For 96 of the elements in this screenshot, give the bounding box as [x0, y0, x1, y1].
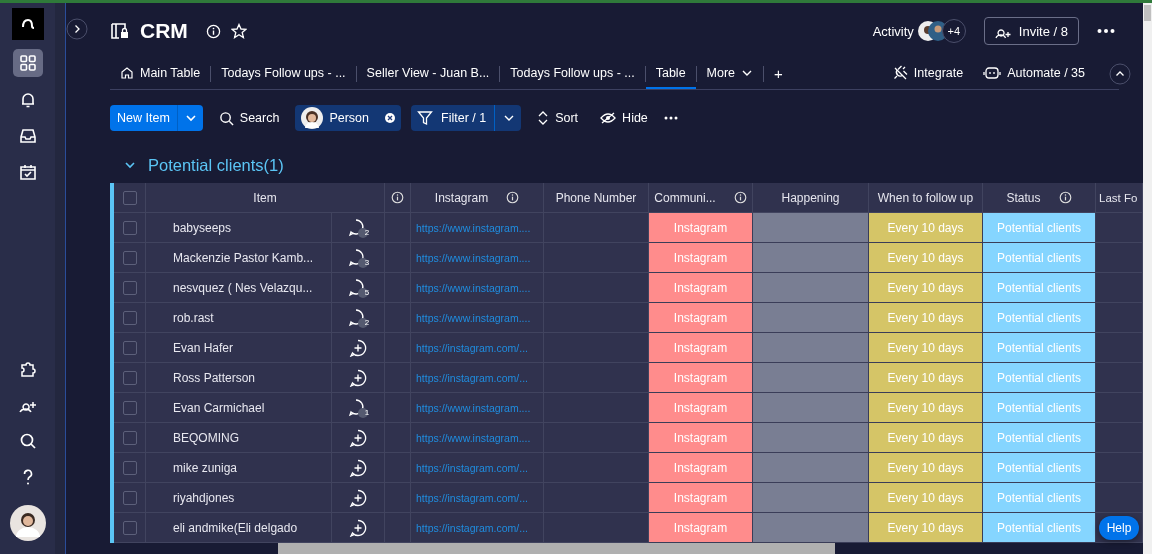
calendar-icon[interactable]: [18, 163, 37, 181]
star-icon[interactable]: [230, 23, 247, 39]
search-button[interactable]: Search: [212, 105, 286, 131]
happening-cell[interactable]: [753, 453, 869, 483]
activity-link[interactable]: Activity: [872, 23, 914, 39]
hide-button[interactable]: Hide: [594, 105, 654, 131]
communication-label[interactable]: Instagram: [649, 393, 753, 423]
add-update-icon[interactable]: [349, 488, 367, 507]
row-checkbox[interactable]: [122, 280, 137, 295]
row-checkbox[interactable]: [122, 250, 137, 265]
board-lock-icon: [110, 21, 130, 41]
communication-label[interactable]: Instagram: [649, 303, 753, 333]
happening-cell[interactable]: [753, 483, 869, 513]
scrollbar-thumb[interactable]: [278, 543, 835, 554]
communication-label[interactable]: Instagram: [649, 453, 753, 483]
row-checkbox[interactable]: [122, 400, 137, 415]
puzzle-icon[interactable]: [18, 360, 37, 378]
happening-cell[interactable]: [753, 363, 869, 393]
view-tab[interactable]: Seller View - Juan B...: [356, 59, 500, 89]
invite-button[interactable]: Invite / 8: [983, 17, 1079, 45]
integrate-button[interactable]: Integrate: [881, 59, 974, 89]
logo-icon[interactable]: [11, 8, 44, 40]
add-view-button[interactable]: +: [764, 59, 793, 89]
row-checkbox[interactable]: [122, 430, 137, 445]
apps-icon[interactable]: [12, 49, 43, 77]
add-update-icon[interactable]: [349, 458, 367, 477]
new-item-label[interactable]: New Item: [117, 111, 170, 125]
communication-label[interactable]: Instagram: [649, 483, 753, 513]
new-item-button[interactable]: New Item: [110, 105, 203, 131]
updates-count: 2: [363, 318, 371, 327]
board-title: CRM: [140, 19, 188, 43]
add-update-icon[interactable]: [349, 338, 367, 357]
inbox-icon[interactable]: [18, 127, 37, 145]
collapse-icon[interactable]: [1109, 63, 1131, 85]
row-checkbox[interactable]: [122, 340, 137, 355]
avatar: [301, 107, 324, 129]
expand-icon[interactable]: [66, 18, 88, 40]
happening-cell[interactable]: [753, 393, 869, 423]
avatar[interactable]: [9, 505, 46, 541]
sort-icon: [537, 110, 550, 126]
filter-label[interactable]: Filter / 1: [441, 111, 487, 125]
add-update-icon[interactable]: [349, 428, 367, 447]
happening-cell[interactable]: [753, 423, 869, 453]
updates-count: 2: [363, 228, 371, 237]
filter-icon: [417, 110, 433, 126]
row-checkbox[interactable]: [122, 310, 137, 325]
home-icon: [120, 66, 134, 80]
person-filter-chip[interactable]: Person: [295, 105, 401, 131]
caret-icon[interactable]: [503, 114, 516, 122]
happening-cell[interactable]: [753, 243, 869, 273]
info-icon[interactable]: [1058, 191, 1072, 204]
caret-icon: [741, 69, 754, 77]
add-update-icon[interactable]: [349, 518, 367, 537]
communication-label[interactable]: Instagram: [649, 423, 753, 453]
happening-cell[interactable]: [753, 303, 869, 333]
communication-label[interactable]: Instagram: [649, 243, 753, 273]
automate-button[interactable]: Automate / 35: [973, 59, 1095, 89]
filter-button[interactable]: Filter / 1: [411, 105, 522, 131]
updates-count: 3: [363, 258, 371, 267]
view-tab[interactable]: Todays Follow ups - ...: [211, 59, 356, 89]
more-members-count[interactable]: +4: [941, 19, 966, 43]
close-icon[interactable]: [385, 113, 395, 123]
row-checkbox[interactable]: [122, 520, 137, 535]
communication-label[interactable]: Instagram: [649, 513, 753, 543]
happening-cell[interactable]: [753, 273, 869, 303]
row-checkbox[interactable]: [122, 490, 137, 505]
happening-cell[interactable]: [753, 213, 869, 243]
search-icon: [218, 110, 234, 126]
happening-cell[interactable]: [753, 513, 869, 543]
info-icon[interactable]: [733, 191, 747, 204]
select-all-checkbox[interactable]: [122, 190, 137, 205]
communication-label[interactable]: Instagram: [649, 213, 753, 243]
eye-slash-icon: [600, 112, 617, 124]
row-checkbox[interactable]: [122, 460, 137, 475]
row-checkbox[interactable]: [122, 220, 137, 235]
robot-icon: [983, 66, 1002, 80]
updates-count: 5: [363, 288, 371, 297]
view-tab[interactable]: More: [696, 59, 764, 89]
happening-cell[interactable]: [753, 333, 869, 363]
collapse-group-icon[interactable]: [124, 161, 136, 169]
more-icon[interactable]: [663, 116, 678, 120]
more-icon[interactable]: [1097, 28, 1115, 34]
add-update-icon[interactable]: [349, 368, 367, 387]
info-icon[interactable]: [506, 191, 520, 204]
view-tab[interactable]: Main Table: [110, 59, 211, 89]
group-title[interactable]: Potential clients(1): [148, 155, 284, 175]
scrollbar-thumb[interactable]: [1144, 5, 1151, 21]
communication-label[interactable]: Instagram: [649, 363, 753, 393]
view-tab[interactable]: Todays Follow ups - ...: [500, 59, 645, 89]
updates-count: 1: [363, 408, 371, 417]
row-checkbox[interactable]: [122, 370, 137, 385]
info-icon[interactable]: [391, 191, 404, 204]
communication-label[interactable]: Instagram: [649, 273, 753, 303]
search-icon[interactable]: [18, 432, 37, 450]
communication-label[interactable]: Instagram: [649, 333, 753, 363]
sort-button[interactable]: Sort: [531, 105, 585, 131]
